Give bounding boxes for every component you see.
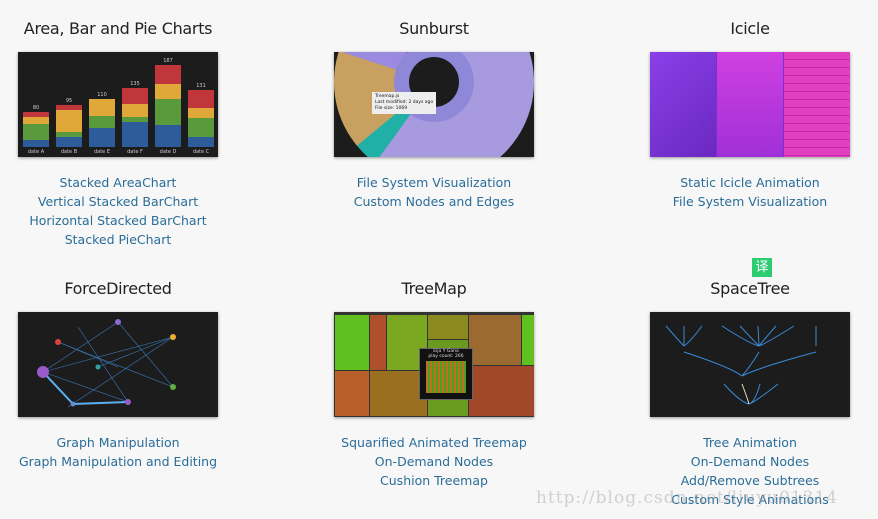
bar-label: date C [192, 149, 210, 155]
bar-segment [188, 108, 214, 119]
treemap-cell [428, 315, 468, 339]
link-on-demand-nodes[interactable]: On-Demand Nodes [620, 452, 878, 471]
card-treemap: TreeMap Elja Y Gana play count: 266 Squa… [304, 278, 564, 490]
link-squarified-animated-treemap[interactable]: Squarified Animated Treemap [304, 433, 564, 452]
bar-value: 131 [196, 82, 206, 89]
bar-value: 187 [163, 58, 173, 64]
spacetree-thumbnail[interactable] [650, 312, 850, 417]
icicle-thumbnail[interactable] [650, 52, 850, 157]
treemap-cell [469, 315, 521, 365]
card-sunburst: Sunburst Treemap.js Last modified: 2 day… [304, 18, 564, 211]
card-title: ForceDirected [64, 279, 172, 298]
bar [89, 98, 115, 147]
bar-segment [122, 87, 148, 104]
card-spacetree: SpaceTree Tree Animation On-Demand Nodes… [620, 278, 878, 509]
card-forcedirected: ForceDirected Graph Manipulation Graph M… [0, 278, 248, 471]
link-custom-style-animations[interactable]: Custom Style Animations [620, 490, 878, 509]
link-add-remove-subtrees[interactable]: Add/Remove Subtrees [620, 471, 878, 490]
link-tree-animation[interactable]: Tree Animation [620, 433, 878, 452]
card-bar-charts: Area, Bar and Pie Charts date A 80 date B 9… [0, 18, 248, 249]
link-file-system-visualization[interactable]: File System Visualization [304, 173, 564, 192]
link-stacked-areachart[interactable]: Stacked AreaChart [0, 173, 248, 192]
card-icicle: Icicle Static Icicle Animation File Syst… [620, 18, 878, 211]
bar-segment [122, 103, 148, 118]
treemap-cell [469, 366, 534, 416]
bar-segment [89, 98, 115, 116]
icicle-col3 [784, 52, 850, 157]
tooltip-size: File size: 1069 [375, 106, 408, 111]
bar-segment [56, 136, 82, 147]
bar-segment [155, 98, 181, 125]
bar-value: 80 [32, 104, 40, 111]
bar-segment [188, 136, 214, 147]
bar-segment [188, 89, 214, 109]
link-cushion-treemap[interactable]: Cushion Treemap [304, 471, 564, 490]
link-custom-nodes-edges[interactable]: Custom Nodes and Edges [304, 192, 564, 211]
bar-value: 135 [130, 80, 140, 87]
bar-segment [155, 83, 181, 99]
card-title: Icicle [730, 19, 770, 38]
treemap-thumbnail[interactable]: Elja Y Gana play count: 266 [334, 312, 534, 417]
bar [56, 105, 82, 147]
bar [23, 111, 49, 147]
translate-badge[interactable]: 译 [752, 258, 772, 277]
link-stacked-piechart[interactable]: Stacked PieChart [0, 230, 248, 249]
tree-drawing [665, 325, 817, 405]
link-horizontal-stacked-barchart[interactable]: Horizontal Stacked BarChart [0, 211, 248, 230]
bar-value: 110 [97, 91, 107, 98]
bar-label: date E [93, 149, 111, 155]
bar-value: 95 [65, 98, 73, 105]
bar-segment [23, 117, 49, 125]
link-file-system-visualization[interactable]: File System Visualization [620, 192, 878, 211]
bar-segment [23, 124, 49, 140]
bar-segment [188, 118, 214, 137]
card-title: Area, Bar and Pie Charts [23, 19, 213, 38]
bar [122, 87, 148, 147]
treemap-cell [335, 371, 369, 416]
tooltip-plays: play count: 266 [428, 354, 464, 359]
bar [188, 89, 214, 147]
bar [155, 65, 181, 147]
bar-segment [122, 121, 148, 147]
card-title: TreeMap [401, 279, 467, 298]
link-graph-manipulation-editing[interactable]: Graph Manipulation and Editing [0, 452, 248, 471]
forcedirected-thumbnail[interactable] [18, 312, 218, 417]
treemap-tooltip: Elja Y Gana play count: 266 [419, 348, 473, 400]
bar-segment [56, 109, 82, 133]
bar-segment [155, 65, 181, 84]
icicle-col1 [650, 52, 716, 157]
card-title: Sunburst [399, 19, 469, 38]
link-graph-manipulation[interactable]: Graph Manipulation [0, 433, 248, 452]
tooltip-image [426, 361, 466, 393]
icicle-col2 [717, 52, 783, 157]
link-on-demand-nodes[interactable]: On-Demand Nodes [304, 452, 564, 471]
bar-label: date A [27, 149, 45, 155]
bar-chart-thumbnail[interactable]: date A 80 date B 95 date E 110 date F 135 date D… [18, 52, 218, 157]
bar-segment [89, 127, 115, 147]
bar-segment [89, 115, 115, 128]
bar-segment [155, 124, 181, 147]
sunburst-thumbnail[interactable]: Treemap.js Last modified: 2 days ago Fil… [334, 52, 534, 157]
sunburst-tooltip: Treemap.js Last modified: 2 days ago Fil… [372, 92, 437, 114]
treemap-cell [370, 315, 386, 370]
bar-label: date D [159, 149, 177, 155]
bar-label: date B [60, 149, 78, 155]
treemap-cell [522, 315, 534, 365]
bar-label: date F [127, 149, 143, 155]
graph-drawing [37, 319, 176, 408]
card-title: SpaceTree [710, 279, 790, 298]
link-static-icicle-animation[interactable]: Static Icicle Animation [620, 173, 878, 192]
bar-segment [23, 139, 49, 147]
link-vertical-stacked-barchart[interactable]: Vertical Stacked BarChart [0, 192, 248, 211]
treemap-cell [335, 315, 369, 370]
